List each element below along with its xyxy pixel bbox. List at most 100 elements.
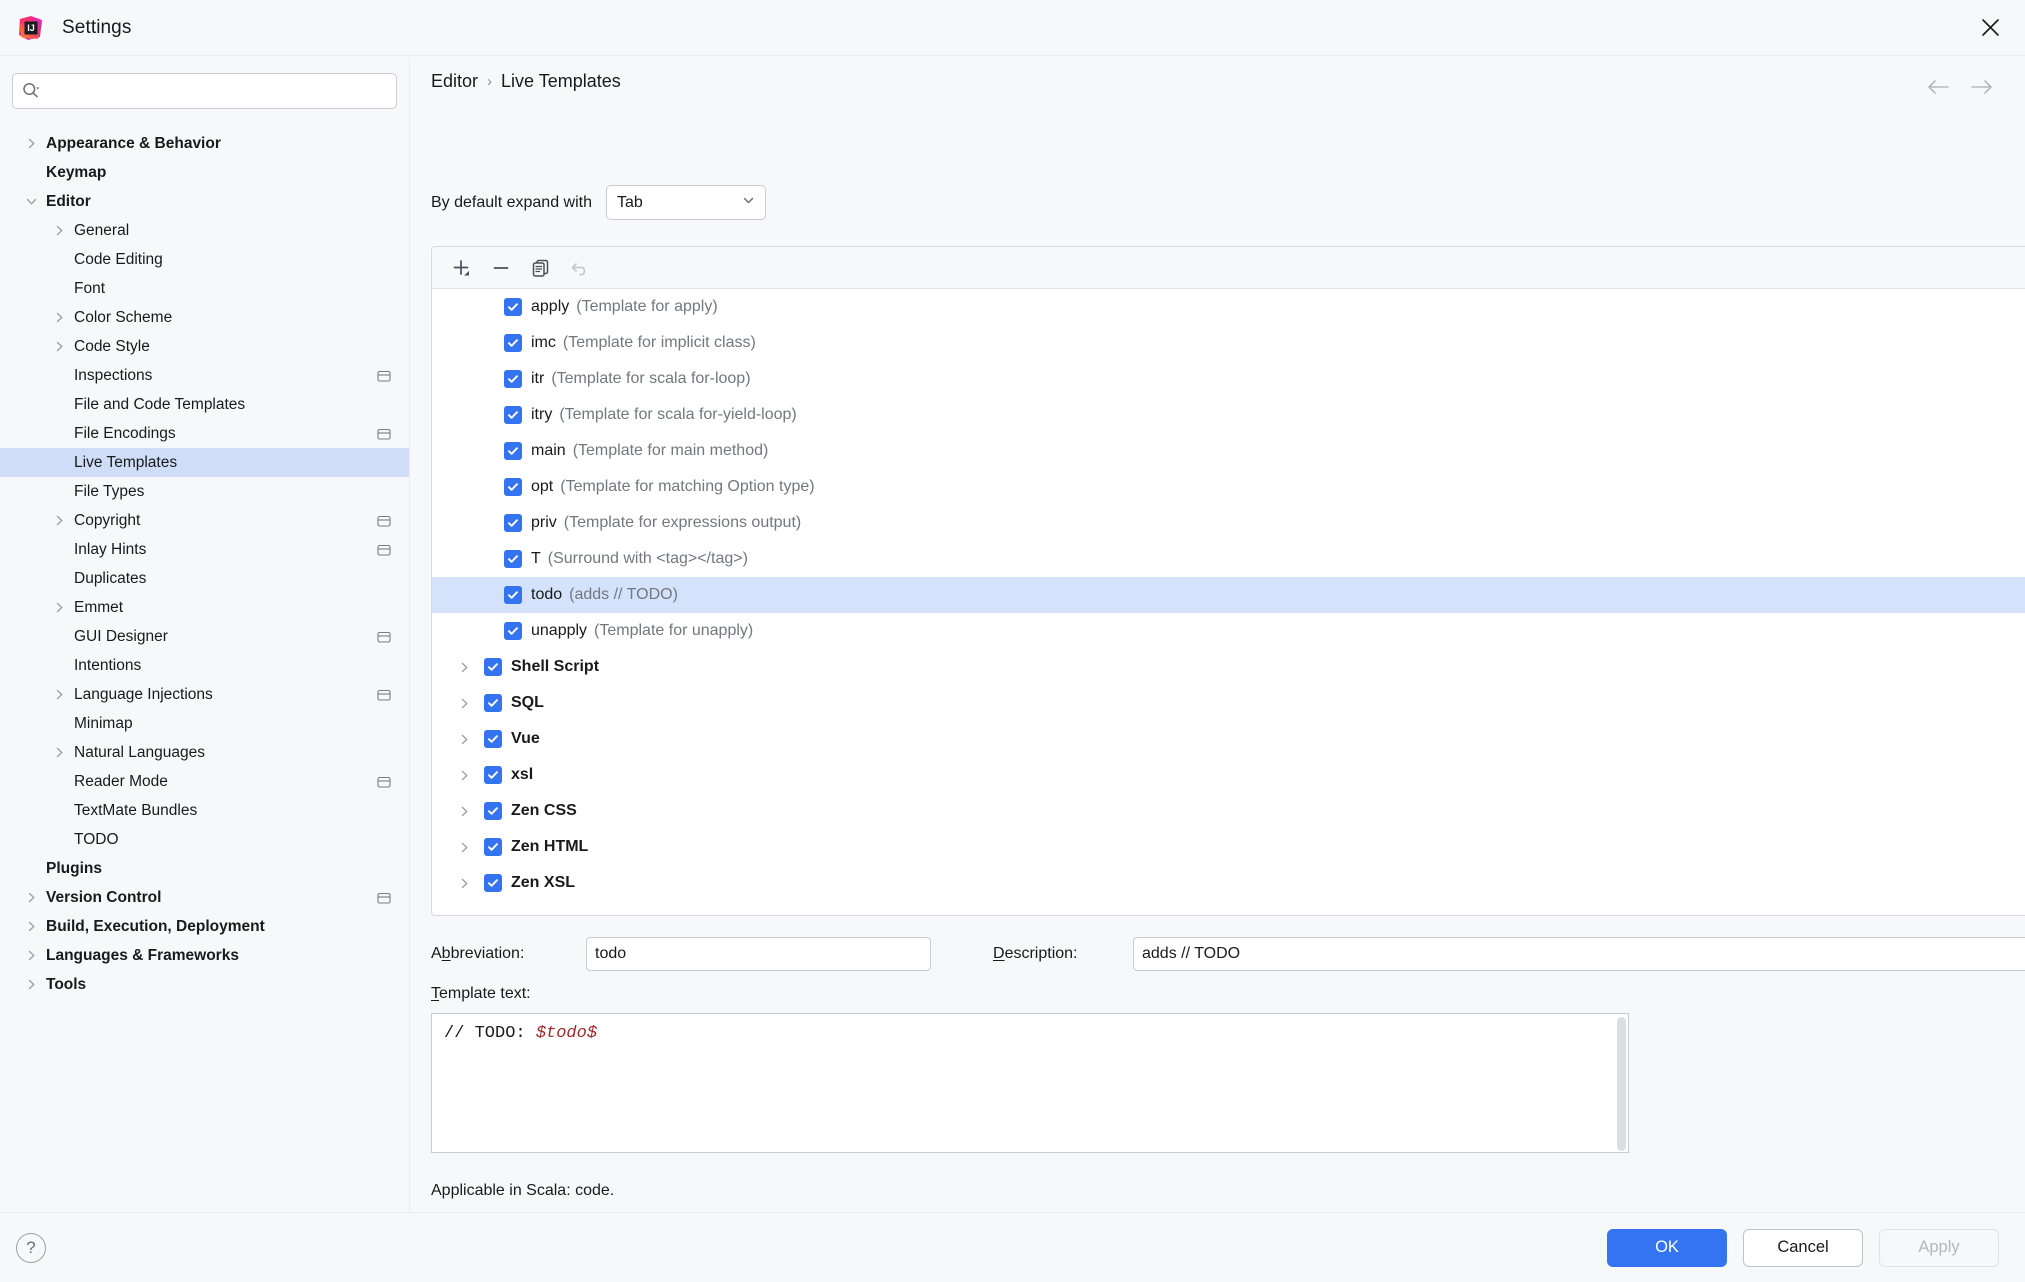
template-checkbox[interactable] <box>504 334 522 352</box>
template-checkbox[interactable] <box>504 298 522 316</box>
cancel-button[interactable]: Cancel <box>1743 1228 1863 1267</box>
chevron-right-icon[interactable] <box>50 686 68 704</box>
template-checkbox-wrap[interactable] <box>504 334 522 352</box>
chevron-right-icon[interactable] <box>22 889 40 907</box>
arrow-left-icon[interactable] <box>1925 77 1951 102</box>
template-checkbox[interactable] <box>504 586 522 604</box>
arrow-right-icon[interactable] <box>1969 77 1995 102</box>
abbreviation-input[interactable]: todo <box>586 937 931 971</box>
chevron-down-icon[interactable] <box>22 193 40 211</box>
template-checkbox[interactable] <box>484 694 502 712</box>
template-row[interactable]: todo (adds // TODO) <box>432 577 2025 613</box>
template-checkbox-wrap[interactable] <box>504 478 522 496</box>
template-group-row[interactable]: Shell Script <box>432 649 2025 685</box>
sidebar-item-file-and-code-templates[interactable]: File and Code Templates <box>0 390 409 419</box>
template-text-editor[interactable]: // TODO: $todo$ <box>431 1013 1629 1153</box>
template-checkbox-wrap[interactable] <box>504 514 522 532</box>
sidebar-item-natural-languages[interactable]: Natural Languages <box>0 738 409 767</box>
template-checkbox[interactable] <box>504 442 522 460</box>
template-row[interactable]: opt (Template for matching Option type) <box>432 469 2025 505</box>
search-box[interactable] <box>12 73 397 109</box>
chevron-right-icon[interactable] <box>22 918 40 936</box>
sidebar-item-gui-designer[interactable]: GUI Designer <box>0 622 409 651</box>
template-checkbox[interactable] <box>484 802 502 820</box>
sidebar-item-appearance-behavior[interactable]: Appearance & Behavior <box>0 129 409 158</box>
template-checkbox-wrap[interactable] <box>484 874 502 892</box>
default-expand-select[interactable]: Tab <box>606 185 766 220</box>
template-checkbox-wrap[interactable] <box>504 298 522 316</box>
template-checkbox-wrap[interactable] <box>504 442 522 460</box>
sidebar-item-intentions[interactable]: Intentions <box>0 651 409 680</box>
description-input[interactable]: adds // TODO <box>1133 937 2025 971</box>
template-checkbox-wrap[interactable] <box>504 622 522 640</box>
template-checkbox[interactable] <box>504 406 522 424</box>
search-input[interactable] <box>47 82 388 100</box>
chevron-right-icon[interactable] <box>454 693 474 713</box>
sidebar-item-todo[interactable]: TODO <box>0 825 409 854</box>
chevron-right-icon[interactable] <box>22 947 40 965</box>
template-checkbox-wrap[interactable] <box>504 370 522 388</box>
template-checkbox[interactable] <box>504 478 522 496</box>
sidebar-item-inspections[interactable]: Inspections <box>0 361 409 390</box>
template-checkbox-wrap[interactable] <box>484 766 502 784</box>
template-row[interactable]: main (Template for main method) <box>432 433 2025 469</box>
template-checkbox[interactable] <box>504 550 522 568</box>
chevron-right-icon[interactable] <box>50 338 68 356</box>
sidebar-item-version-control[interactable]: Version Control <box>0 883 409 912</box>
chevron-right-icon[interactable] <box>22 976 40 994</box>
template-row[interactable]: priv (Template for expressions output) <box>432 505 2025 541</box>
template-row[interactable]: imc (Template for implicit class) <box>432 325 2025 361</box>
sidebar-item-code-style[interactable]: Code Style <box>0 332 409 361</box>
sidebar-item-live-templates[interactable]: Live Templates <box>0 448 409 477</box>
template-group-row[interactable]: Zen XSL <box>432 865 2025 901</box>
template-checkbox[interactable] <box>484 874 502 892</box>
template-checkbox[interactable] <box>484 838 502 856</box>
template-checkbox[interactable] <box>504 370 522 388</box>
template-checkbox-wrap[interactable] <box>484 730 502 748</box>
help-icon[interactable]: ? <box>16 1232 46 1263</box>
template-row[interactable]: itr (Template for scala for-loop) <box>432 361 2025 397</box>
template-group-row[interactable]: Zen HTML <box>432 829 2025 865</box>
sidebar-item-reader-mode[interactable]: Reader Mode <box>0 767 409 796</box>
template-group-row[interactable]: xsl <box>432 757 2025 793</box>
template-checkbox-wrap[interactable] <box>484 838 502 856</box>
template-row[interactable]: apply (Template for apply) <box>432 289 2025 325</box>
chevron-right-icon[interactable] <box>50 744 68 762</box>
sidebar-item-languages-frameworks[interactable]: Languages & Frameworks <box>0 941 409 970</box>
sidebar-item-font[interactable]: Font <box>0 274 409 303</box>
template-row[interactable]: T (Surround with <tag></tag>) <box>432 541 2025 577</box>
template-checkbox[interactable] <box>484 766 502 784</box>
breadcrumb-parent[interactable]: Editor <box>431 71 478 92</box>
sidebar-item-copyright[interactable]: Copyright <box>0 506 409 535</box>
template-checkbox[interactable] <box>484 658 502 676</box>
template-group-row[interactable]: SQL <box>432 685 2025 721</box>
sidebar-item-plugins[interactable]: Plugins <box>0 854 409 883</box>
chevron-right-icon[interactable] <box>50 309 68 327</box>
close-icon[interactable] <box>1973 11 2007 45</box>
chevron-right-icon[interactable] <box>22 135 40 153</box>
template-group-row[interactable]: Zen CSS <box>432 793 2025 829</box>
sidebar-item-inlay-hints[interactable]: Inlay Hints <box>0 535 409 564</box>
chevron-right-icon[interactable] <box>454 837 474 857</box>
template-row[interactable]: unapply (Template for unapply) <box>432 613 2025 649</box>
template-checkbox-wrap[interactable] <box>504 406 522 424</box>
ok-button[interactable]: OK <box>1607 1228 1727 1267</box>
template-checkbox[interactable] <box>504 622 522 640</box>
chevron-right-icon[interactable] <box>50 222 68 240</box>
sidebar-item-minimap[interactable]: Minimap <box>0 709 409 738</box>
add-template-button[interactable] <box>444 253 478 283</box>
sidebar-item-language-injections[interactable]: Language Injections <box>0 680 409 709</box>
template-checkbox-wrap[interactable] <box>504 550 522 568</box>
template-group-row[interactable]: Vue <box>432 721 2025 757</box>
sidebar-item-tools[interactable]: Tools <box>0 970 409 999</box>
template-checkbox-wrap[interactable] <box>504 586 522 604</box>
chevron-right-icon[interactable] <box>454 657 474 677</box>
remove-template-button[interactable] <box>484 253 518 283</box>
sidebar-item-file-types[interactable]: File Types <box>0 477 409 506</box>
chevron-right-icon[interactable] <box>454 873 474 893</box>
sidebar-item-editor[interactable]: Editor <box>0 187 409 216</box>
revert-template-button[interactable] <box>564 253 598 283</box>
chevron-right-icon[interactable] <box>50 599 68 617</box>
template-editor-scrollbar[interactable] <box>1617 1017 1626 1151</box>
sidebar-item-duplicates[interactable]: Duplicates <box>0 564 409 593</box>
